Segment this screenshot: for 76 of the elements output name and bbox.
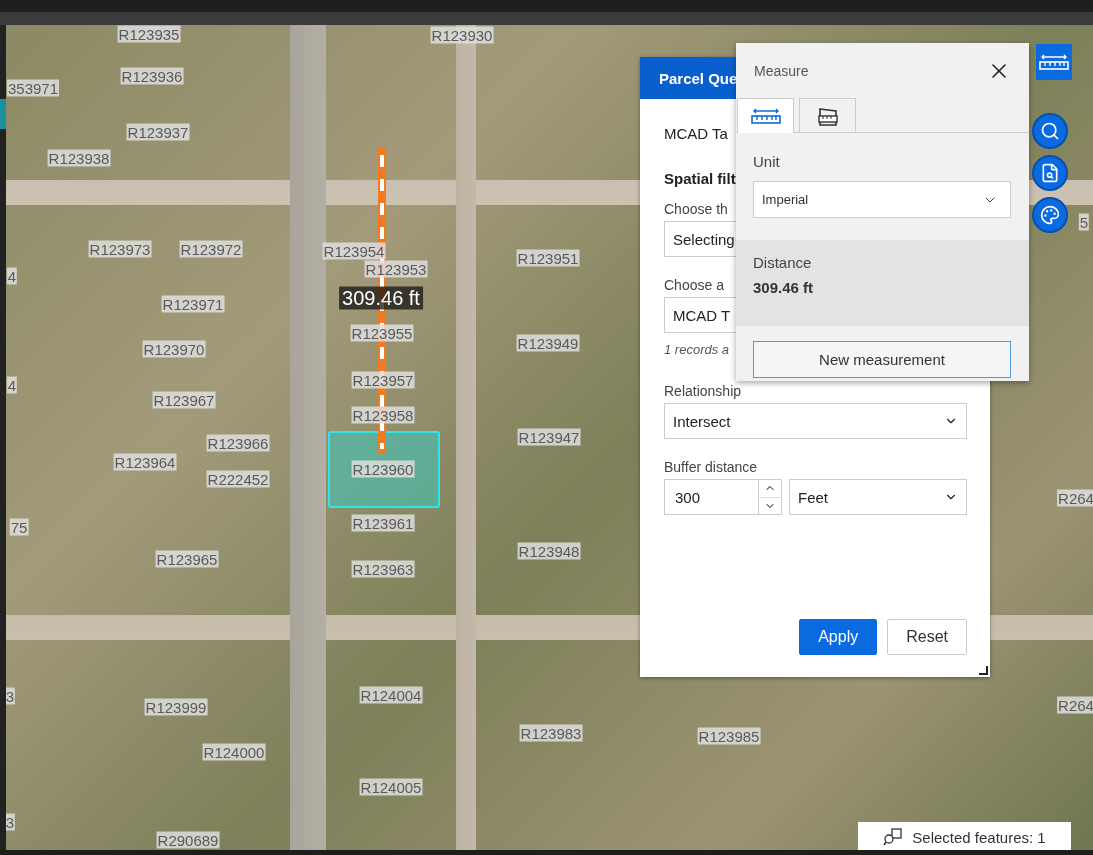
parcel-label: 3	[6, 687, 16, 705]
palette-icon	[1040, 205, 1060, 225]
parcel-label: R123955	[350, 324, 414, 342]
parcel-label: R264	[1057, 696, 1093, 714]
ruler-icon	[1039, 54, 1069, 70]
parcel-label: R123960	[351, 460, 415, 478]
palette-button[interactable]	[1032, 197, 1068, 233]
layer-heading: MCAD Ta	[664, 125, 729, 142]
apply-button[interactable]: Apply	[799, 619, 878, 655]
field-label: Relationship	[664, 383, 742, 399]
parcel-label: R123951	[516, 249, 580, 267]
parcel-label: R123949	[516, 334, 580, 352]
widget-title: Measure	[754, 62, 809, 79]
parcel-label: R123935	[117, 25, 181, 43]
number-input[interactable]: 300	[664, 479, 782, 515]
parcel-label: 5	[1078, 213, 1090, 231]
parcel-label: R123983	[519, 724, 583, 742]
resize-handle[interactable]	[979, 666, 988, 675]
parcel-label: R124005	[359, 778, 423, 796]
field-label: Choose a	[664, 277, 724, 293]
new-measurement-button[interactable]: New measurement	[753, 341, 1011, 378]
distance-label: Distance	[753, 254, 813, 271]
parcel-label: R123963	[351, 560, 415, 578]
parcel-label: R123967	[152, 391, 216, 409]
parcel-label: R123957	[351, 371, 415, 389]
parcel-label: 4	[6, 267, 18, 285]
parcel-label: R123953	[364, 260, 428, 278]
search-icon	[1040, 121, 1060, 141]
measure-tool-button[interactable]	[1036, 44, 1072, 80]
parcel-label: R124004	[359, 686, 423, 704]
area-measure-icon	[816, 105, 839, 126]
parcel-label: R123970	[142, 340, 206, 358]
parcel-label: R123985	[697, 727, 761, 745]
parcel-label: R123972	[179, 240, 243, 258]
parcel-label: R123948	[517, 542, 581, 560]
dropdown[interactable]: Intersect	[664, 403, 967, 439]
parcel-label: R123961	[351, 514, 415, 532]
parcel-label: R222452	[206, 470, 270, 488]
parcel-label: R123965	[155, 550, 219, 568]
parcel-label: R123937	[126, 123, 190, 141]
reset-button[interactable]: Reset	[887, 619, 967, 655]
parcel-label: R123973	[88, 240, 152, 258]
parcel-label: R123964	[113, 453, 177, 471]
parcel-label: R123999	[144, 698, 208, 716]
field-label: Buffer distance	[664, 459, 758, 475]
parcel-label: R123971	[161, 295, 225, 313]
ruler-icon	[750, 108, 781, 124]
unit-dropdown[interactable]: Feet	[789, 479, 967, 515]
unit-dropdown[interactable]: Imperial	[753, 181, 1011, 218]
unit-label: Unit	[753, 153, 781, 170]
measurement-label: 309.46 ft	[339, 286, 423, 310]
parcel-label: R123930	[430, 26, 494, 44]
parcel-label: 3	[6, 813, 16, 831]
selected-features-text: Selected features: 1	[912, 828, 1046, 846]
parcel-label: R123958	[351, 406, 415, 424]
parcel-label: R290689	[156, 831, 220, 849]
search-button[interactable]	[1032, 113, 1068, 149]
parcel-label: R123966	[206, 434, 270, 452]
parcel-label: 353971	[6, 79, 60, 97]
parcel-label: R124000	[202, 743, 266, 761]
parcel-label: R123947	[517, 428, 581, 446]
selection-icon	[883, 828, 904, 846]
parcel-label: R123938	[47, 149, 111, 167]
parcel-label: R264	[1057, 489, 1093, 507]
section-heading: Spatial filt	[664, 170, 737, 187]
parcel-label: R123954	[322, 242, 386, 260]
parcel-label: 4	[6, 376, 18, 394]
distance-tab[interactable]	[737, 98, 794, 133]
records-note: 1 records a	[664, 342, 731, 357]
field-label: Choose th	[664, 201, 728, 217]
area-tab[interactable]	[799, 98, 856, 132]
distance-value: 309.46 ft	[753, 279, 815, 296]
selected-features-badge[interactable]: Selected features: 1	[858, 822, 1071, 850]
parcel-label: 75	[9, 518, 29, 536]
document-search-button[interactable]	[1032, 155, 1068, 191]
document-search-icon	[1040, 163, 1060, 183]
